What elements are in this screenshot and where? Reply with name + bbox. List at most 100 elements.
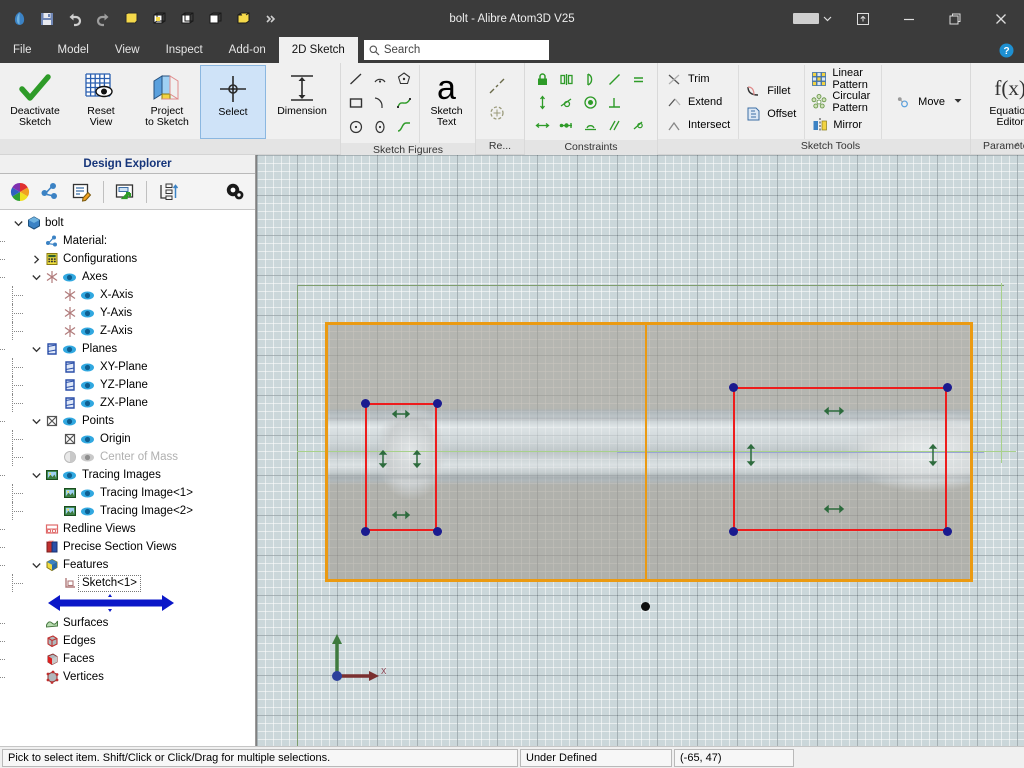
tree-item-x-axis[interactable]: X-Axis: [0, 286, 255, 304]
ribbon-display-options-button[interactable]: [784, 0, 840, 37]
equal-constraint-icon[interactable]: [627, 68, 649, 90]
tree-sort-icon[interactable]: [154, 178, 182, 206]
origin-point[interactable]: [641, 602, 650, 611]
horizontal-constraint-icon[interactable]: [531, 114, 553, 136]
line-tool-icon[interactable]: [345, 68, 367, 90]
undo-icon[interactable]: [64, 8, 86, 30]
mirror-button[interactable]: Mirror: [809, 114, 877, 137]
fillet-button[interactable]: Fillet: [743, 79, 800, 102]
reset-view-button[interactable]: Reset View: [68, 65, 134, 139]
visibility-eye-icon[interactable]: [60, 412, 79, 430]
tree-item-yz-plane[interactable]: YZ-Plane: [0, 376, 255, 394]
deactivate-sketch-button[interactable]: Deactivate Sketch: [2, 65, 68, 139]
material-icon[interactable]: [37, 178, 65, 206]
tree-item-bolt[interactable]: bolt: [0, 214, 255, 232]
tree-toggle-open[interactable]: [28, 268, 44, 286]
view-shaded-icon[interactable]: [120, 8, 142, 30]
tree-item-points[interactable]: Points: [0, 412, 255, 430]
tree-toggle-open[interactable]: [28, 412, 44, 430]
color-properties-icon[interactable]: [6, 178, 34, 206]
visibility-eye-icon[interactable]: [78, 502, 97, 520]
comment-export-icon[interactable]: [111, 178, 139, 206]
tangent-arc-tool-icon[interactable]: [369, 92, 391, 114]
linear-pattern-button[interactable]: Linear Pattern: [809, 67, 877, 91]
tree-item-vertices[interactable]: Vertices: [0, 668, 255, 686]
collapse-ribbon-button[interactable]: ^: [1015, 142, 1020, 153]
tree-item-y-axis[interactable]: Y-Axis: [0, 304, 255, 322]
tree-toggle-open[interactable]: [10, 214, 26, 232]
view-hidden-line-icon[interactable]: [176, 8, 198, 30]
spline-tool-icon[interactable]: [393, 92, 415, 114]
parallel-constraint-icon[interactable]: [603, 114, 625, 136]
explorer-settings-icon[interactable]: [221, 178, 249, 206]
tree-item-precise-section-views[interactable]: Precise Section Views: [0, 538, 255, 556]
circle-tool-icon[interactable]: [345, 116, 367, 138]
coincident-constraint-icon[interactable]: [579, 91, 601, 113]
help-button[interactable]: ?: [999, 37, 1014, 63]
visibility-eye-icon[interactable]: [78, 322, 97, 340]
view-shaded-edges-icon[interactable]: [232, 8, 254, 30]
vertical-constraint-icon[interactable]: [531, 91, 553, 113]
intersect-button[interactable]: Intersect: [664, 114, 734, 137]
tree-item-sketch-1[interactable]: Sketch<1>: [0, 574, 255, 592]
rectangle-tool-icon[interactable]: [345, 92, 367, 114]
menu-item-model[interactable]: Model: [45, 37, 102, 63]
dimension-button[interactable]: Dimension: [266, 65, 338, 139]
tree-item-tracing-images[interactable]: Tracing Images: [0, 466, 255, 484]
trim-button[interactable]: Trim: [664, 68, 734, 91]
tree-item-tracing-image-2[interactable]: Tracing Image<2>: [0, 502, 255, 520]
tree-item-zx-plane[interactable]: ZX-Plane: [0, 394, 255, 412]
tree-item-faces[interactable]: Faces: [0, 650, 255, 668]
tree-item-features[interactable]: Features: [0, 556, 255, 574]
tree-item-axes[interactable]: Axes: [0, 268, 255, 286]
tree-item-planes[interactable]: Planes: [0, 340, 255, 358]
tree-item-z-axis[interactable]: Z-Axis: [0, 322, 255, 340]
reference-circle-icon[interactable]: [486, 102, 508, 124]
visibility-eye-icon[interactable]: [78, 430, 97, 448]
tree-item-center-of-mass[interactable]: Center of Mass: [0, 448, 255, 466]
select-button[interactable]: Select: [200, 65, 266, 139]
move-button[interactable]: Move: [894, 91, 964, 114]
tree-toggle-open[interactable]: [28, 466, 44, 484]
close-button[interactable]: [978, 0, 1024, 37]
view-hidden-line-removed-icon[interactable]: [204, 8, 226, 30]
save-icon[interactable]: [36, 8, 58, 30]
reference-line-icon[interactable]: [486, 76, 508, 98]
visibility-eye-icon[interactable]: [60, 340, 79, 358]
circular-pattern-button[interactable]: Circular Pattern: [809, 90, 877, 114]
project-to-sketch-button[interactable]: Project to Sketch: [134, 65, 200, 139]
equation-editor-button[interactable]: f(x) Equation Editor: [973, 65, 1024, 139]
offset-button[interactable]: Offset: [743, 102, 800, 125]
tangent-constraint-icon[interactable]: [555, 91, 577, 113]
tab-2d-sketch[interactable]: 2D Sketch: [278, 37, 358, 63]
visibility-eye-icon[interactable]: [78, 376, 97, 394]
visibility-eye-icon[interactable]: [78, 484, 97, 502]
tree-item-redline-views[interactable]: Redline Views: [0, 520, 255, 538]
menu-item-inspect[interactable]: Inspect: [153, 37, 216, 63]
tree-item-material[interactable]: Material:: [0, 232, 255, 250]
arc-tool-icon[interactable]: [369, 68, 391, 90]
design-explorer-tree[interactable]: bolt Material: Configurations Axes X-Axis Y-A…: [0, 210, 255, 746]
visibility-eye-icon[interactable]: [78, 286, 97, 304]
visibility-eye-icon[interactable]: [78, 394, 97, 412]
visibility-eye-icon[interactable]: [78, 448, 97, 466]
visibility-eye-icon[interactable]: [78, 358, 97, 376]
tree-item-origin[interactable]: Origin: [0, 430, 255, 448]
tree-toggle-open[interactable]: [28, 340, 44, 358]
maximize-button[interactable]: [932, 0, 978, 37]
minimize-button[interactable]: [886, 0, 932, 37]
symmetric-constraint-icon[interactable]: [555, 68, 577, 90]
tree-item-surfaces[interactable]: Surfaces: [0, 614, 255, 632]
tree-toggle-open[interactable]: [28, 556, 44, 574]
collinear-constraint-icon[interactable]: [603, 68, 625, 90]
menu-item-addon[interactable]: Add-on: [216, 37, 279, 63]
sketch-viewport[interactable]: X Magnitude/Position UndefinedMagnitude …: [256, 155, 1024, 746]
menu-item-view[interactable]: View: [102, 37, 153, 63]
tree-item-xy-plane[interactable]: XY-Plane: [0, 358, 255, 376]
lock-constraint-icon[interactable]: [531, 68, 553, 90]
extend-button[interactable]: Extend: [664, 91, 734, 114]
redo-icon[interactable]: [92, 8, 114, 30]
alibre-logo-icon[interactable]: [8, 8, 30, 30]
tree-item-tracing-image-1[interactable]: Tracing Image<1>: [0, 484, 255, 502]
visibility-eye-icon[interactable]: [60, 268, 79, 286]
